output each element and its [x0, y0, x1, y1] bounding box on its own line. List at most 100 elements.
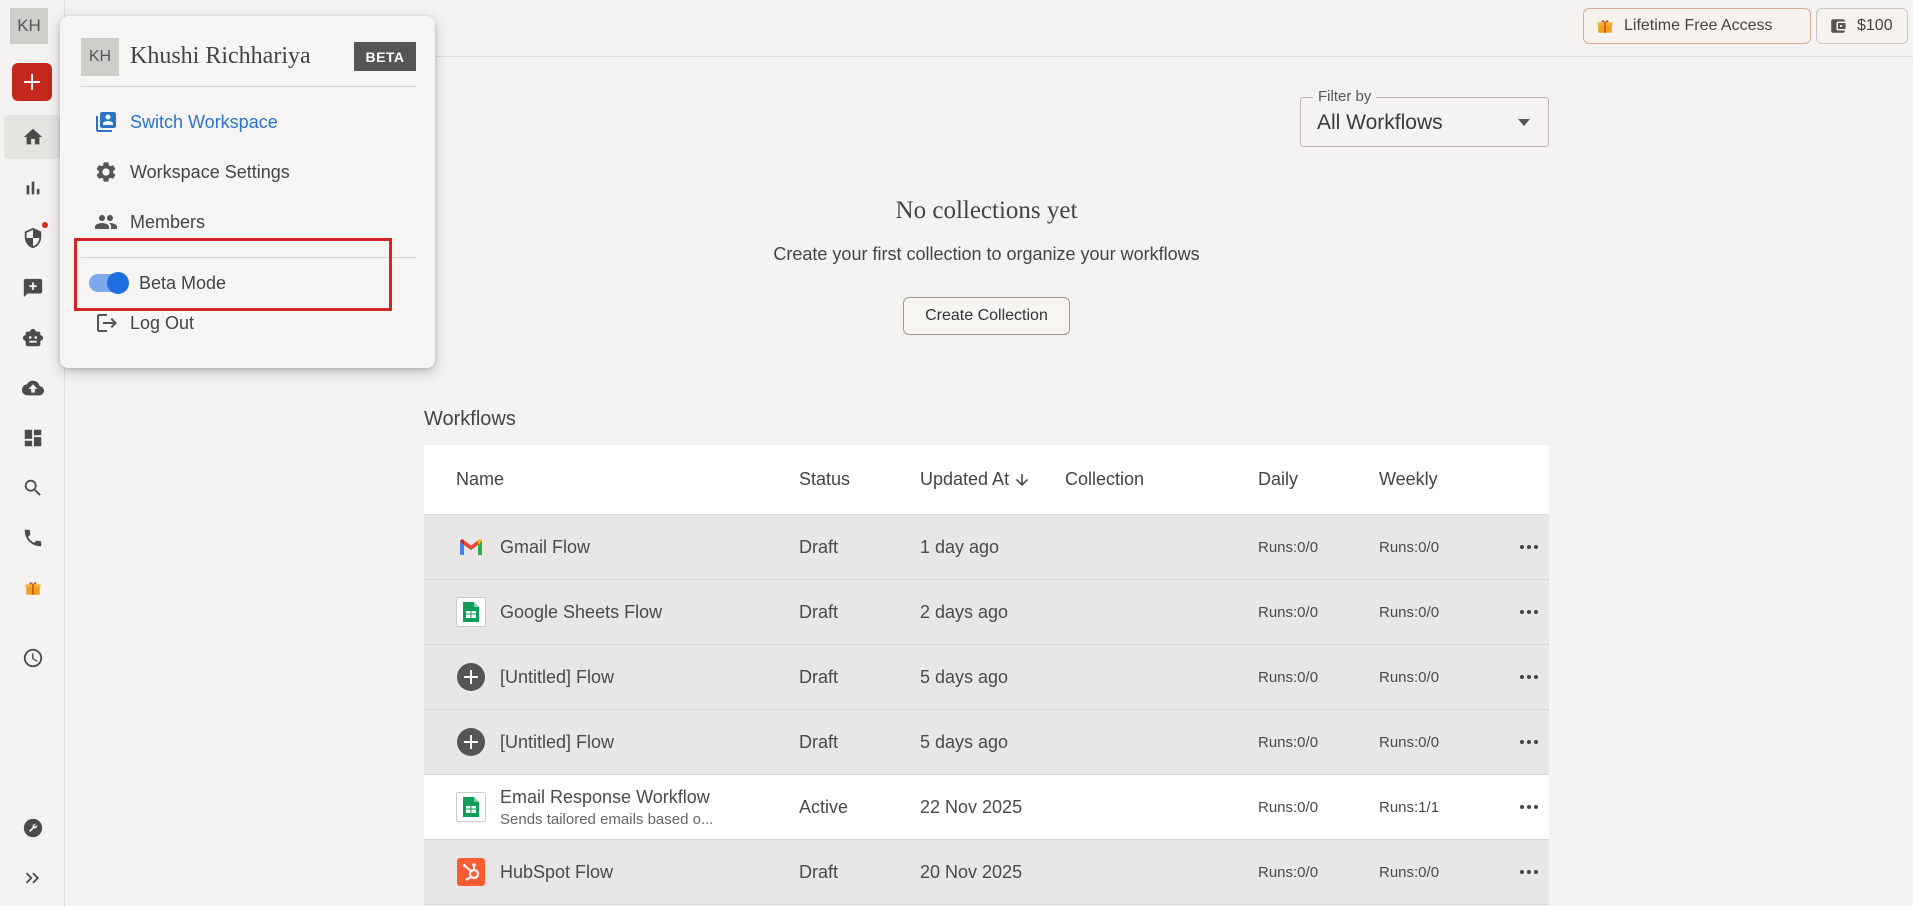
- log-out-label: Log Out: [130, 312, 195, 333]
- filter-value: All Workflows: [1317, 111, 1443, 134]
- rail-history[interactable]: [4, 636, 61, 680]
- table-row[interactable]: [Untitled] Flow Draft 5 days ago Runs:0/…: [424, 710, 1549, 775]
- workflow-status: Draft: [799, 731, 839, 752]
- row-more-button[interactable]: [1509, 805, 1549, 809]
- sort-arrow-down-icon: [1016, 473, 1029, 486]
- workflow-name: Gmail Flow: [500, 536, 591, 557]
- logout-icon: [97, 314, 117, 332]
- rail-search[interactable]: [4, 466, 61, 510]
- workflow-daily-runs: Runs:0/0: [1258, 863, 1319, 881]
- workflow-daily-runs: Runs:0/0: [1258, 603, 1319, 621]
- beta-mode-item[interactable]: Beta Mode: [89, 268, 226, 298]
- rail-rewards[interactable]: [4, 566, 61, 610]
- table-row[interactable]: Email Response Workflow Sends tailored e…: [424, 775, 1549, 840]
- search-icon: [24, 479, 41, 496]
- workflow-weekly-runs: Runs:0/0: [1379, 538, 1440, 556]
- home-icon: [23, 128, 42, 145]
- wallet-icon: [1831, 19, 1846, 33]
- create-new-button[interactable]: [12, 63, 52, 101]
- more-horizontal-icon: [1520, 545, 1538, 549]
- gift-icon: [1597, 20, 1613, 33]
- people-icon: [95, 215, 117, 229]
- column-status[interactable]: Status: [799, 469, 920, 490]
- google-sheets-icon: [456, 792, 486, 822]
- members-item[interactable]: Members: [94, 207, 205, 237]
- workflows-section-title: Workflows: [424, 408, 516, 430]
- row-more-button[interactable]: [1509, 870, 1549, 874]
- table-header: Name Status Updated At Collection Daily …: [424, 445, 1549, 515]
- robot-icon: [22, 328, 43, 347]
- row-more-button[interactable]: [1509, 610, 1549, 614]
- account-menu: KH Khushi Richhariya BETA Switch Workspa…: [60, 16, 435, 368]
- workflow-status: Active: [799, 796, 849, 817]
- table-row[interactable]: HubSpot Flow Draft 20 Nov 2025 Runs:0/0 …: [424, 840, 1549, 905]
- workflow-description: Sends tailored emails based o...: [500, 810, 714, 828]
- workflow-status: Draft: [799, 666, 839, 687]
- column-updated[interactable]: Updated At: [920, 469, 1065, 490]
- beta-badge: BETA: [354, 42, 416, 71]
- workflow-updated: 5 days ago: [920, 731, 1009, 752]
- column-collection[interactable]: Collection: [1065, 469, 1258, 490]
- workflow-weekly-runs: Runs:0/0: [1379, 733, 1440, 751]
- workflow-name: Google Sheets Flow: [500, 601, 663, 622]
- history-icon: [23, 648, 42, 668]
- gmail-icon: [456, 532, 486, 562]
- row-more-button[interactable]: [1509, 675, 1549, 679]
- workflow-weekly-runs: Runs:1/1: [1379, 798, 1440, 816]
- table-row[interactable]: [Untitled] Flow Draft 5 days ago Runs:0/…: [424, 645, 1549, 710]
- add-circle-icon: [456, 727, 486, 757]
- feedback-icon: [23, 278, 42, 298]
- rail-feedback[interactable]: [4, 266, 61, 310]
- workflow-updated: 2 days ago: [920, 601, 1009, 622]
- rail-upload[interactable]: [4, 366, 61, 410]
- left-rail: KH: [0, 0, 65, 906]
- lifetime-access-chip[interactable]: Lifetime Free Access: [1583, 8, 1811, 44]
- wallet-balance: $100: [1857, 17, 1893, 34]
- filter-select[interactable]: Filter by All Workflows: [1300, 88, 1549, 147]
- workflow-name: HubSpot Flow: [500, 861, 614, 882]
- google-sheets-icon: [456, 597, 486, 627]
- workspace-settings-item[interactable]: Workspace Settings: [94, 157, 290, 187]
- table-row[interactable]: Google Sheets Flow Draft 2 days ago Runs…: [424, 580, 1549, 645]
- workflow-weekly-runs: Runs:0/0: [1379, 863, 1440, 881]
- filter-label: Filter by: [1313, 88, 1377, 105]
- workflow-updated: 22 Nov 2025: [920, 796, 1023, 817]
- column-daily[interactable]: Daily: [1258, 469, 1379, 490]
- rail-calls[interactable]: [4, 516, 61, 560]
- add-circle-icon: [456, 662, 486, 692]
- row-more-button[interactable]: [1509, 545, 1549, 549]
- rail-avatar[interactable]: KH: [10, 8, 48, 44]
- menu-user-name: Khushi Richhariya: [130, 43, 311, 69]
- plus-icon: [24, 74, 40, 90]
- create-collection-button[interactable]: Create Collection: [903, 297, 1070, 335]
- row-more-button[interactable]: [1509, 740, 1549, 744]
- analytics-icon: [26, 181, 39, 195]
- rail-home[interactable]: [4, 115, 61, 159]
- workflow-updated: 20 Nov 2025: [920, 861, 1023, 882]
- column-weekly[interactable]: Weekly: [1379, 469, 1509, 490]
- workspace-settings-label: Workspace Settings: [130, 161, 290, 182]
- column-name[interactable]: Name: [424, 469, 799, 490]
- rail-agents[interactable]: [4, 316, 61, 360]
- gear-icon: [96, 162, 116, 182]
- wallet-chip[interactable]: $100: [1816, 8, 1908, 44]
- rail-tools[interactable]: [4, 806, 61, 850]
- log-out-item[interactable]: Log Out: [94, 308, 194, 338]
- more-horizontal-icon: [1520, 805, 1538, 809]
- beta-mode-toggle[interactable]: [89, 272, 129, 294]
- phone-icon: [24, 529, 41, 547]
- column-updated-label: Updated At: [920, 469, 1010, 489]
- workflow-weekly-runs: Runs:0/0: [1379, 603, 1440, 621]
- workflow-daily-runs: Runs:0/0: [1258, 668, 1319, 686]
- cloud-upload-icon: [21, 380, 44, 396]
- wrench-icon: [23, 818, 42, 838]
- rail-expand[interactable]: [4, 856, 61, 900]
- hubspot-icon: [456, 857, 486, 887]
- more-horizontal-icon: [1520, 740, 1538, 744]
- workflow-status: Draft: [799, 536, 839, 557]
- workflow-name: [Untitled] Flow: [500, 666, 615, 687]
- table-row[interactable]: Gmail Flow Draft 1 day ago Runs:0/0 Runs…: [424, 515, 1549, 580]
- switch-workspace-item[interactable]: Switch Workspace: [94, 107, 278, 137]
- workflow-status: Draft: [799, 601, 839, 622]
- rail-dashboard[interactable]: [4, 416, 61, 460]
